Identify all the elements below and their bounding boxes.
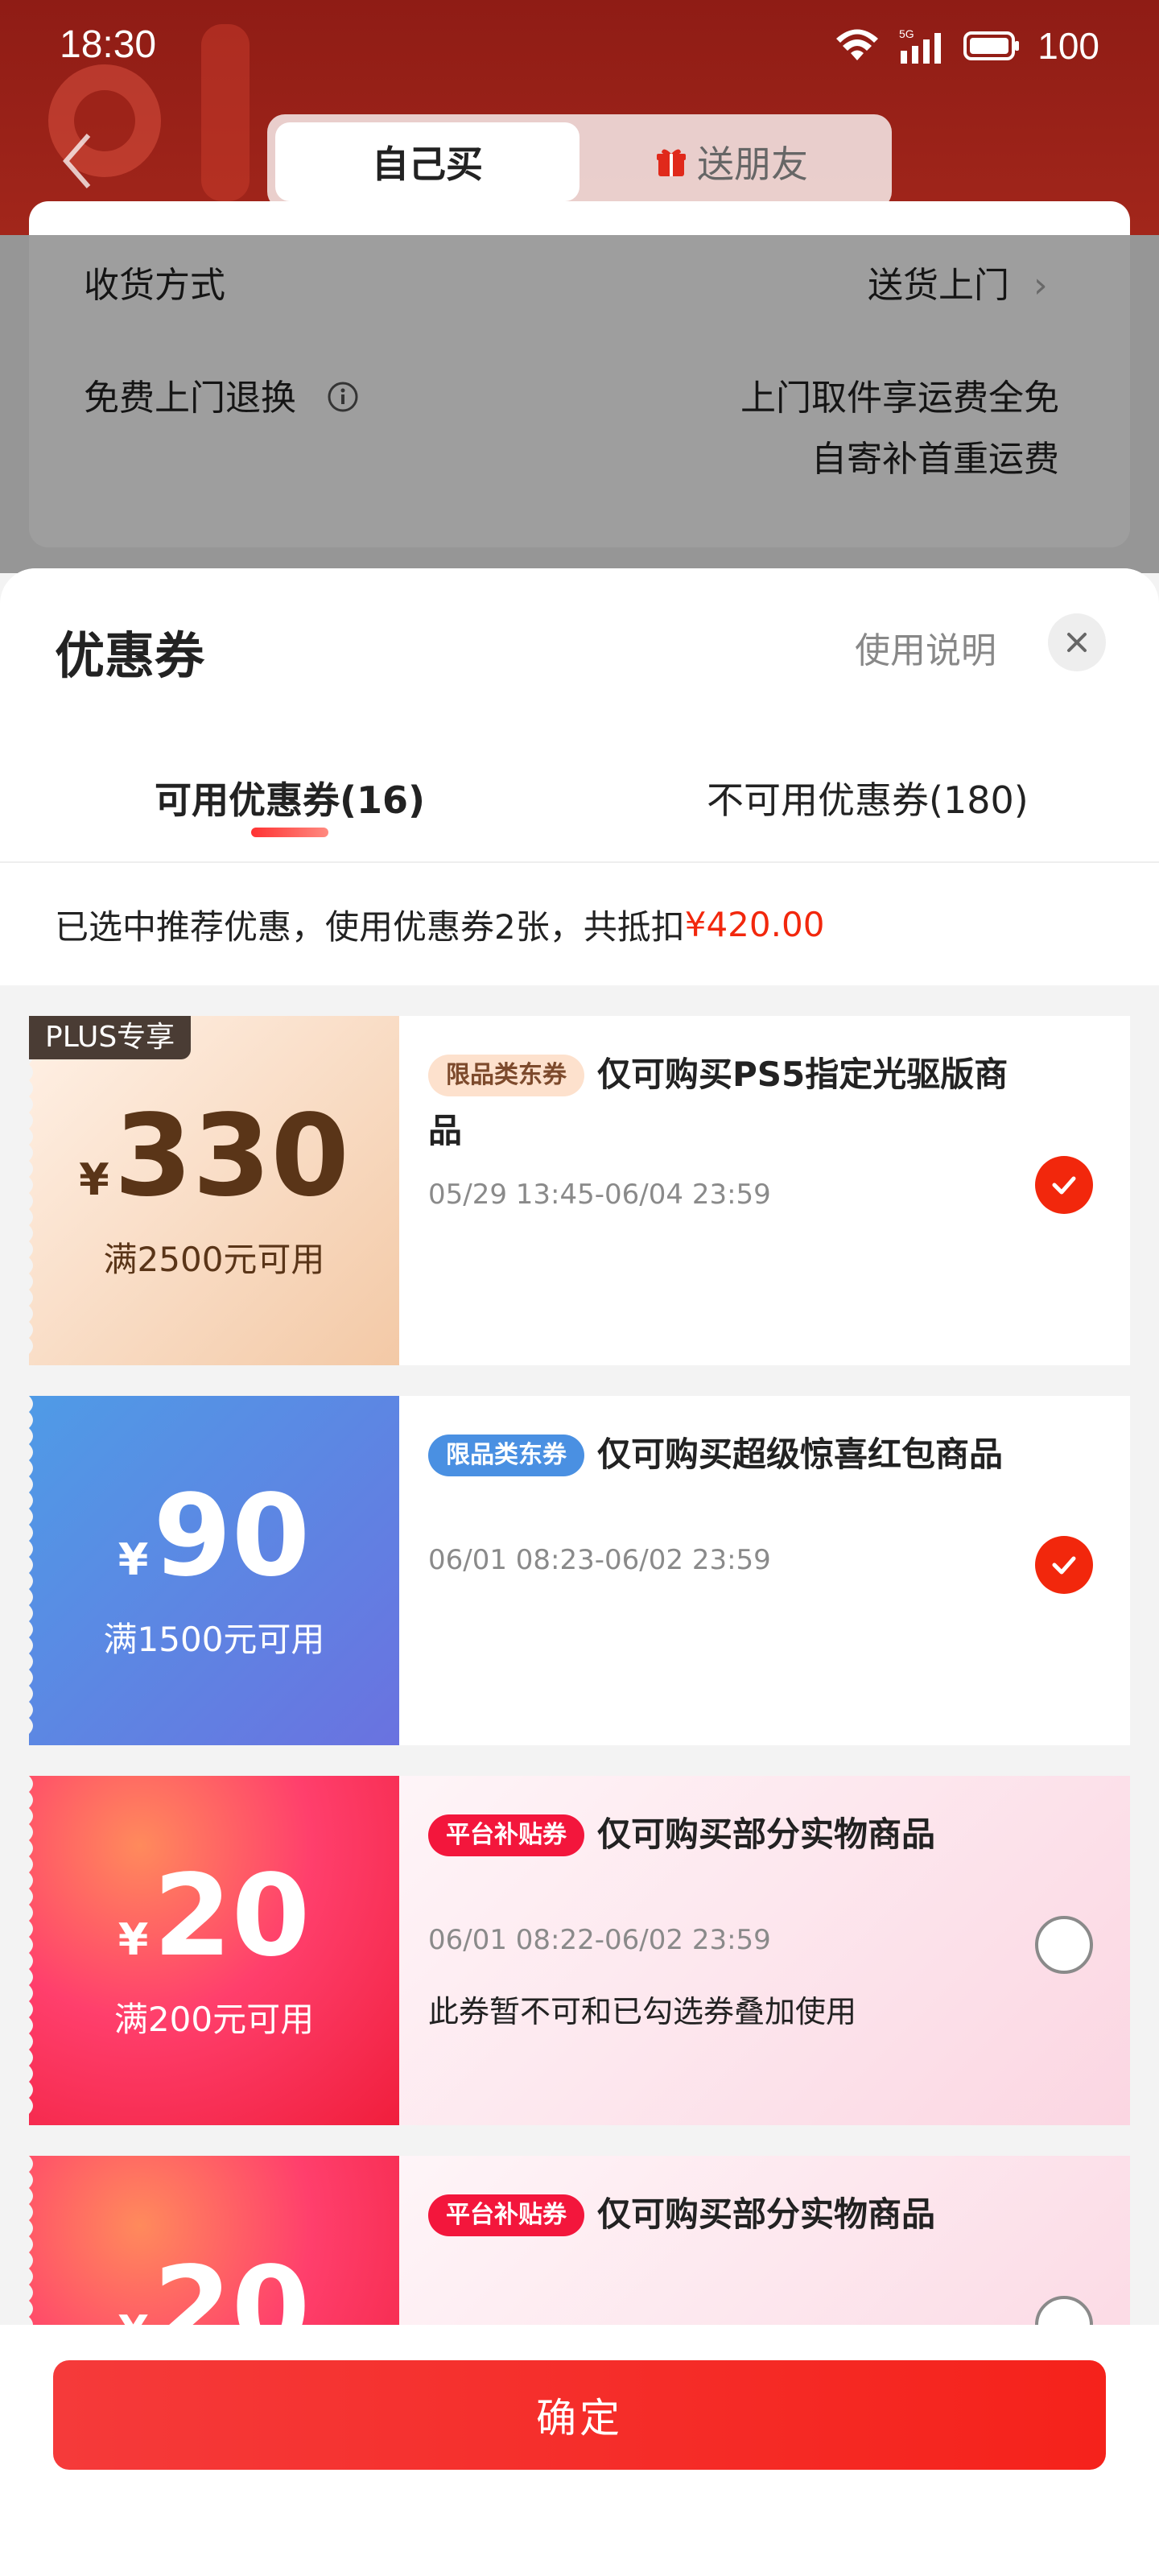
close-icon	[1067, 633, 1087, 652]
coupon-validity: 06/01 08:23-06/02 23:59	[428, 1544, 771, 1576]
coupon-condition: 满200元可用	[113, 1999, 315, 2039]
coupon-tabs: 可用优惠券(16) 不可用优惠券(180)	[0, 747, 1159, 863]
scallop-edge	[29, 1776, 33, 2125]
coupon-tag: 平台补贴券	[428, 1814, 584, 1856]
coupon-title-row: 限品类东券 仅可购买PS5指定光驱版商品	[428, 1046, 1040, 1159]
confirm-button[interactable]: 确定	[53, 2360, 1106, 2470]
coupon-tag: 限品类东券	[428, 1435, 584, 1476]
amount-value: 20	[153, 1850, 311, 1982]
close-button[interactable]	[1048, 613, 1106, 671]
coupon-amount: ¥ 90	[118, 1480, 310, 1593]
coupon-card[interactable]: ¥ 20 满200元可用 平台补贴券 仅可购买部分实物商品 06/01 08:22…	[29, 1776, 1130, 2125]
overlay-spacer	[0, 0, 1159, 235]
check-icon	[1052, 1176, 1076, 1195]
coupon-details: 平台补贴券 仅可购买部分实物商品 06/01 08:22-06/02 23:59 …	[399, 1776, 1130, 2125]
selection-summary: 已选中推荐优惠，使用优惠券2张，共抵扣 ¥420.00	[0, 863, 1159, 985]
coupon-value-panel: ¥ 20 满200元可用	[29, 1776, 399, 2125]
scallop-edge	[29, 1396, 33, 1745]
coupon-checkbox-checked[interactable]	[1035, 1156, 1093, 1214]
coupon-value-panel: ¥ 90 满1500元可用	[29, 1396, 399, 1745]
bottom-action-bar: 确定	[0, 2325, 1159, 2576]
coupon-validity: 05/29 13:45-06/04 23:59	[428, 1179, 771, 1211]
sheet-header: 优惠券 使用说明 可用优惠券(16) 不可用优惠券(180)	[0, 568, 1159, 863]
tab-available-coupons[interactable]: 可用优惠券(16)	[155, 771, 425, 824]
coupon-value-panel: PLUS专享 ¥ 330 满2500元可用	[29, 1016, 399, 1365]
active-tab-indicator	[251, 828, 328, 837]
coupon-checkbox-checked[interactable]	[1035, 1536, 1093, 1594]
summary-text: 已选中推荐优惠，使用优惠券2张，共抵扣	[55, 906, 685, 947]
sheet-title: 优惠券	[55, 626, 205, 685]
coupon-note: 此券暂不可和已勾选券叠加使用	[428, 1994, 857, 2029]
coupon-title: 仅可购买部分实物商品	[597, 2194, 936, 2234]
coupon-title-row: 平台补贴券 仅可购买部分实物商品	[428, 2186, 1040, 2243]
amount-value: 90	[153, 1470, 311, 1602]
coupon-card[interactable]: PLUS专享 ¥ 330 满2500元可用 限品类东券 仅可购买PS5指定光驱版商…	[29, 1016, 1130, 1365]
coupon-validity: 06/01 08:22-06/02 23:59	[428, 1924, 771, 1956]
coupon-title: 仅可购买部分实物商品	[597, 1814, 936, 1854]
currency-symbol: ¥	[118, 1534, 149, 1585]
coupon-tag: 平台补贴券	[428, 2194, 584, 2236]
modal-overlay[interactable]	[0, 235, 1159, 573]
currency-symbol: ¥	[79, 1154, 109, 1205]
usage-help-link[interactable]: 使用说明	[855, 621, 996, 673]
coupon-title: 仅可购买超级惊喜红包商品	[597, 1435, 1004, 1474]
coupon-card[interactable]: ¥ 90 满1500元可用 限品类东券 仅可购买超级惊喜红包商品 06/01 08…	[29, 1396, 1130, 1745]
coupon-tag: 限品类东券	[428, 1055, 584, 1096]
coupon-details: 限品类东券 仅可购买超级惊喜红包商品 06/01 08:23-06/02 23:5…	[399, 1396, 1130, 1745]
coupon-amount: ¥ 20	[118, 1860, 310, 1973]
coupon-amount: ¥ 330	[79, 1100, 349, 1213]
coupon-sheet: 优惠券 使用说明 可用优惠券(16) 不可用优惠券(180) 已选中推荐优惠，使…	[0, 568, 1159, 2576]
currency-symbol: ¥	[118, 1913, 149, 1965]
plus-exclusive-badge: PLUS专享	[29, 1016, 192, 1059]
coupon-condition: 满1500元可用	[103, 1619, 325, 1659]
coupon-checkbox-unchecked[interactable]	[1035, 1916, 1093, 1974]
coupon-title-row: 平台补贴券 仅可购买部分实物商品	[428, 1806, 1040, 1863]
check-icon	[1052, 1556, 1076, 1575]
coupon-title-row: 限品类东券 仅可购买超级惊喜红包商品	[428, 1426, 1040, 1483]
coupon-condition: 满2500元可用	[103, 1239, 325, 1279]
amount-value: 330	[113, 1090, 349, 1222]
summary-amount: ¥420.00	[684, 904, 825, 944]
coupon-selection-screen: 18:30 5G 100 自己买 送朋友 收货方式 送货上门 › 免费上门退换 …	[0, 0, 1159, 2576]
scallop-edge	[29, 1016, 33, 1365]
coupon-details: 限品类东券 仅可购买PS5指定光驱版商品 05/29 13:45-06/04 23…	[399, 1016, 1130, 1365]
tab-unavailable-coupons[interactable]: 不可用优惠券(180)	[707, 771, 1029, 824]
